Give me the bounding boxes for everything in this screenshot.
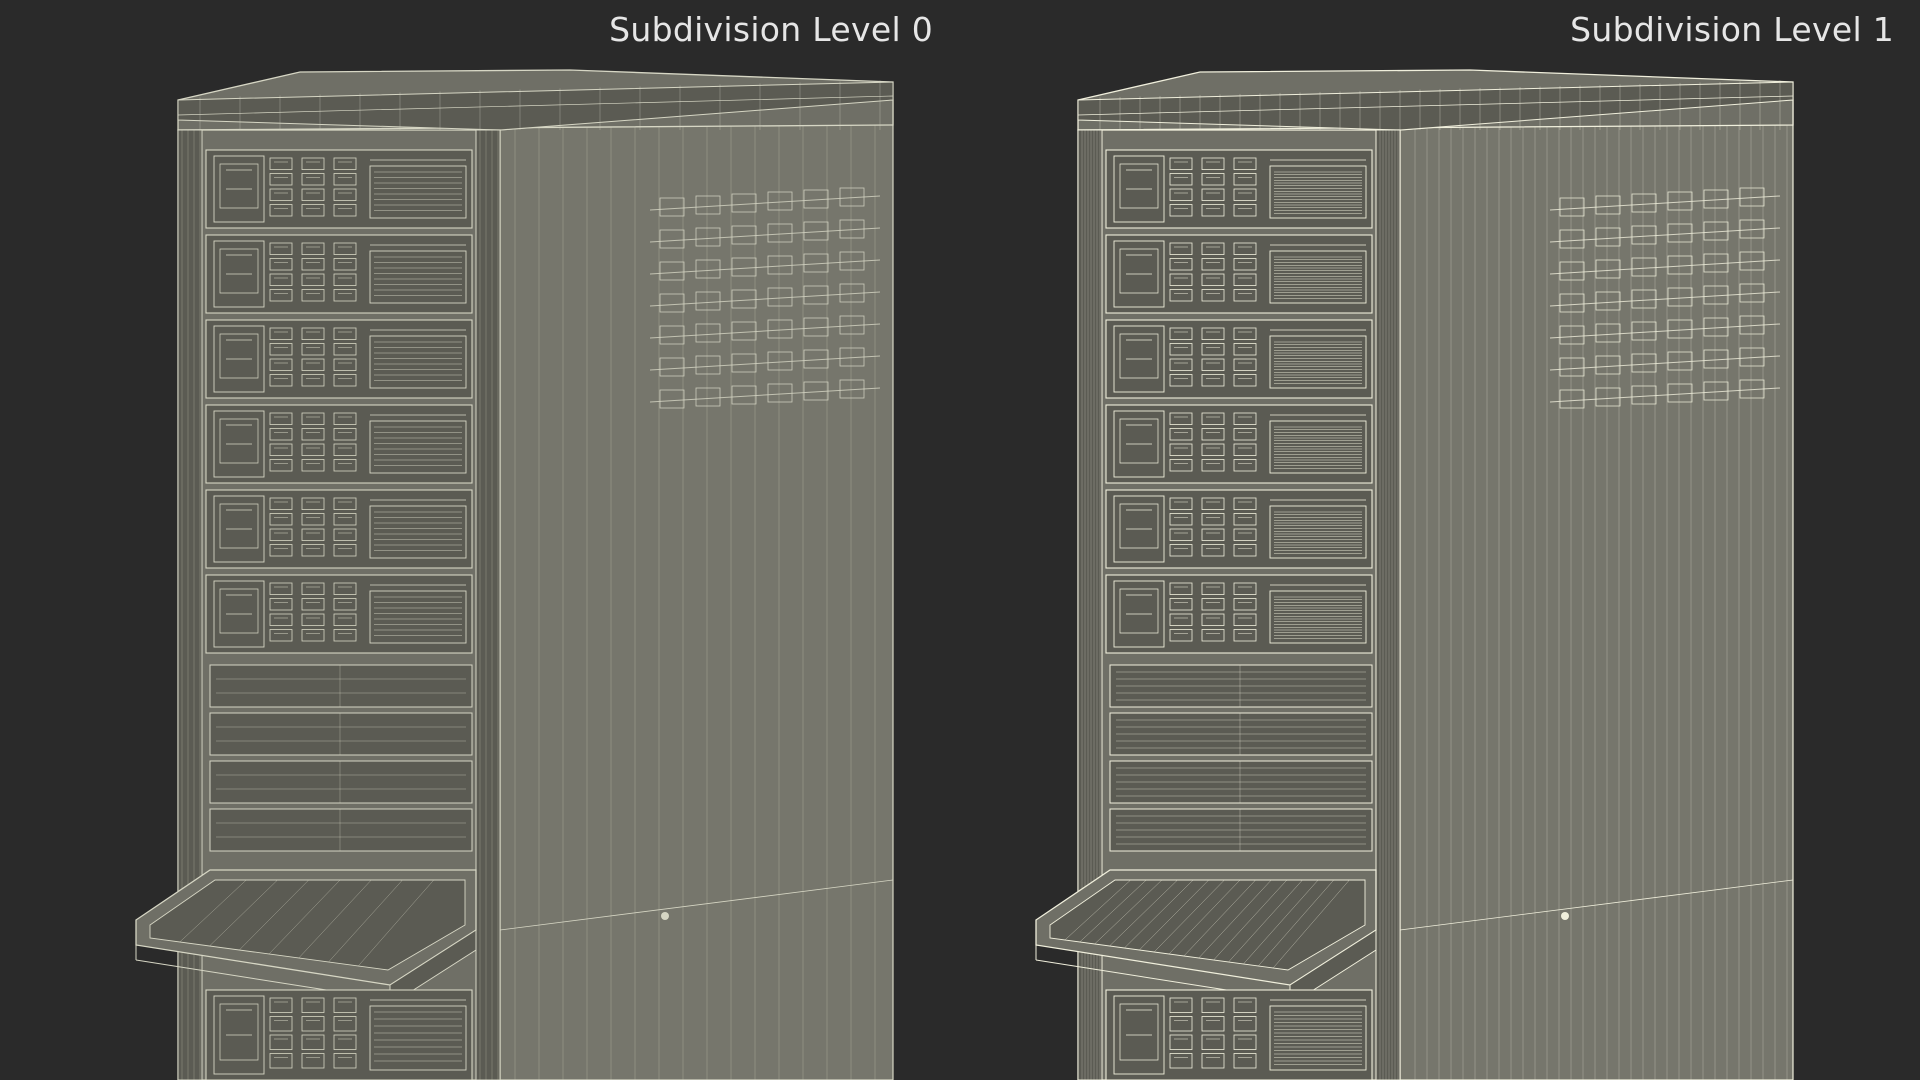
server-unit-5 <box>205 489 473 569</box>
server-unit-2 <box>1105 234 1373 314</box>
render-stage: Subdivision Level 0 Subdivision Level 1 <box>0 0 1920 1080</box>
server-unit-4 <box>1105 404 1373 484</box>
server-rack-subdivision-1 <box>1035 69 1794 1080</box>
server-unit-1 <box>1105 149 1373 229</box>
server-unit-6 <box>1105 574 1373 654</box>
rack-side-panel <box>1399 95 1794 1080</box>
server-rack-wireframe-subdivision-1 <box>1035 69 1794 1080</box>
server-unit-3 <box>1105 319 1373 399</box>
server-unit-lower <box>1105 989 1373 1080</box>
server-unit-1 <box>205 149 473 229</box>
server-unit-2 <box>205 234 473 314</box>
server-unit-3 <box>205 319 473 399</box>
rack-side-panel <box>499 96 894 1080</box>
server-unit-lower <box>205 989 473 1080</box>
rack-top-cap <box>1077 69 1794 131</box>
server-unit-5 <box>1105 489 1373 569</box>
server-rack-subdivision-0 <box>135 69 894 1080</box>
rack-top-cap <box>177 69 894 131</box>
server-rack-wireframe-subdivision-0 <box>135 69 894 1080</box>
server-unit-6 <box>205 574 473 654</box>
server-unit-4 <box>205 404 473 484</box>
